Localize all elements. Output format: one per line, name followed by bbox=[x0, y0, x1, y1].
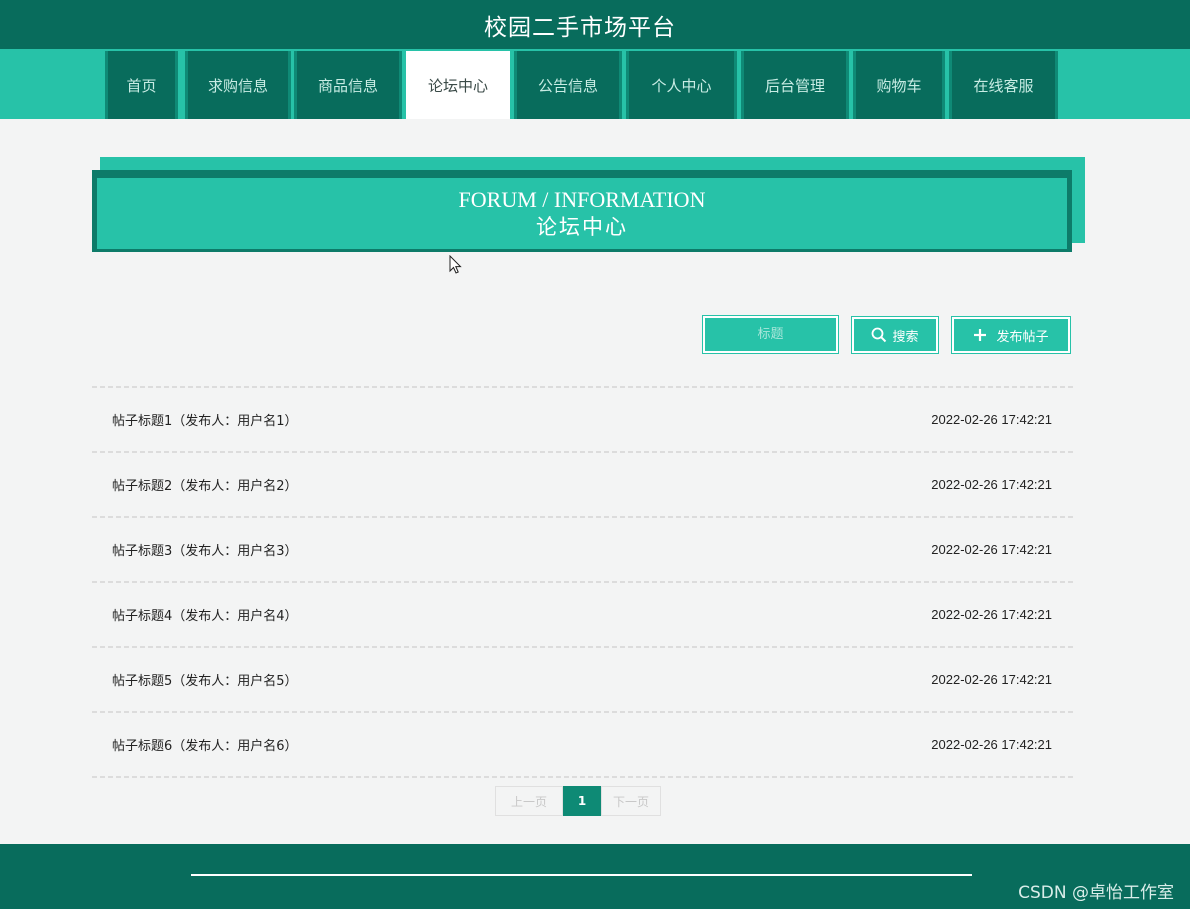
post-title[interactable]: 帖子标题3（发布人：用户名3） bbox=[112, 540, 298, 559]
forum-post-row[interactable]: 帖子标题6（发布人：用户名6） 2022-02-26 17:42:21 bbox=[92, 713, 1076, 776]
site-header: 校园二手市场平台 bbox=[0, 0, 1190, 49]
nav-item-products[interactable]: 商品信息 bbox=[294, 51, 402, 119]
title-search-input[interactable] bbox=[702, 315, 839, 354]
site-title: 校园二手市场平台 bbox=[484, 14, 676, 41]
nav-item-forum[interactable]: 论坛中心 bbox=[406, 51, 510, 119]
forum-post-row[interactable]: 帖子标题4（发布人：用户名4） 2022-02-26 17:42:21 bbox=[92, 583, 1076, 646]
banner-title-cn: 论坛中心 bbox=[536, 214, 628, 239]
forum-post-list: 帖子标题1（发布人：用户名1） 2022-02-26 17:42:21 帖子标题… bbox=[92, 386, 1076, 778]
main-nav: 首页 求购信息 商品信息 论坛中心 公告信息 个人中心 后台管理 购物车 在线客… bbox=[0, 49, 1190, 119]
post-title[interactable]: 帖子标题6（发布人：用户名6） bbox=[112, 735, 298, 754]
search-button[interactable]: 搜索 bbox=[851, 316, 939, 354]
footer-divider bbox=[191, 874, 972, 876]
forum-post-row[interactable]: 帖子标题3（发布人：用户名3） 2022-02-26 17:42:21 bbox=[92, 518, 1076, 581]
post-time: 2022-02-26 17:42:21 bbox=[931, 542, 1052, 557]
nav-item-home[interactable]: 首页 bbox=[105, 51, 178, 119]
publish-button-label: 发布帖子 bbox=[996, 329, 1049, 345]
nav-item-announcements[interactable]: 公告信息 bbox=[514, 51, 622, 119]
plus-icon bbox=[974, 329, 987, 341]
next-page-button[interactable]: 下一页 bbox=[601, 786, 661, 816]
pagination: 上一页 1 下一页 bbox=[495, 786, 661, 816]
post-title[interactable]: 帖子标题5（发布人：用户名5） bbox=[112, 670, 298, 689]
prev-page-button[interactable]: 上一页 bbox=[495, 786, 563, 816]
nav-item-online-service[interactable]: 在线客服 bbox=[949, 51, 1058, 119]
search-button-label: 搜索 bbox=[892, 329, 919, 345]
mouse-cursor-icon bbox=[449, 255, 462, 274]
banner-title-en: FORUM / INFORMATION bbox=[458, 186, 706, 212]
divider bbox=[92, 776, 1076, 778]
nav-item-cart[interactable]: 购物车 bbox=[853, 51, 945, 119]
nav-item-purchase-requests[interactable]: 求购信息 bbox=[185, 51, 291, 119]
post-time: 2022-02-26 17:42:21 bbox=[931, 477, 1052, 492]
page-banner: FORUM / INFORMATION 论坛中心 bbox=[92, 170, 1072, 252]
page-number-button[interactable]: 1 bbox=[563, 786, 601, 816]
forum-post-row[interactable]: 帖子标题2（发布人：用户名2） 2022-02-26 17:42:21 bbox=[92, 453, 1076, 516]
post-title[interactable]: 帖子标题1（发布人：用户名1） bbox=[112, 410, 298, 429]
post-time: 2022-02-26 17:42:21 bbox=[931, 412, 1052, 427]
nav-item-admin[interactable]: 后台管理 bbox=[741, 51, 849, 119]
forum-post-row[interactable]: 帖子标题1（发布人：用户名1） 2022-02-26 17:42:21 bbox=[92, 388, 1076, 451]
site-footer: CSDN @卓怡工作室 bbox=[0, 844, 1190, 909]
post-title[interactable]: 帖子标题4（发布人：用户名4） bbox=[112, 605, 298, 624]
nav-item-personal-center[interactable]: 个人中心 bbox=[626, 51, 737, 119]
search-icon bbox=[872, 327, 887, 343]
post-time: 2022-02-26 17:42:21 bbox=[931, 607, 1052, 622]
post-time: 2022-02-26 17:42:21 bbox=[931, 737, 1052, 752]
post-title[interactable]: 帖子标题2（发布人：用户名2） bbox=[112, 475, 298, 494]
publish-post-button[interactable]: 发布帖子 bbox=[951, 316, 1071, 354]
post-time: 2022-02-26 17:42:21 bbox=[931, 672, 1052, 687]
forum-post-row[interactable]: 帖子标题5（发布人：用户名5） 2022-02-26 17:42:21 bbox=[92, 648, 1076, 711]
watermark: CSDN @卓怡工作室 bbox=[1018, 883, 1174, 903]
